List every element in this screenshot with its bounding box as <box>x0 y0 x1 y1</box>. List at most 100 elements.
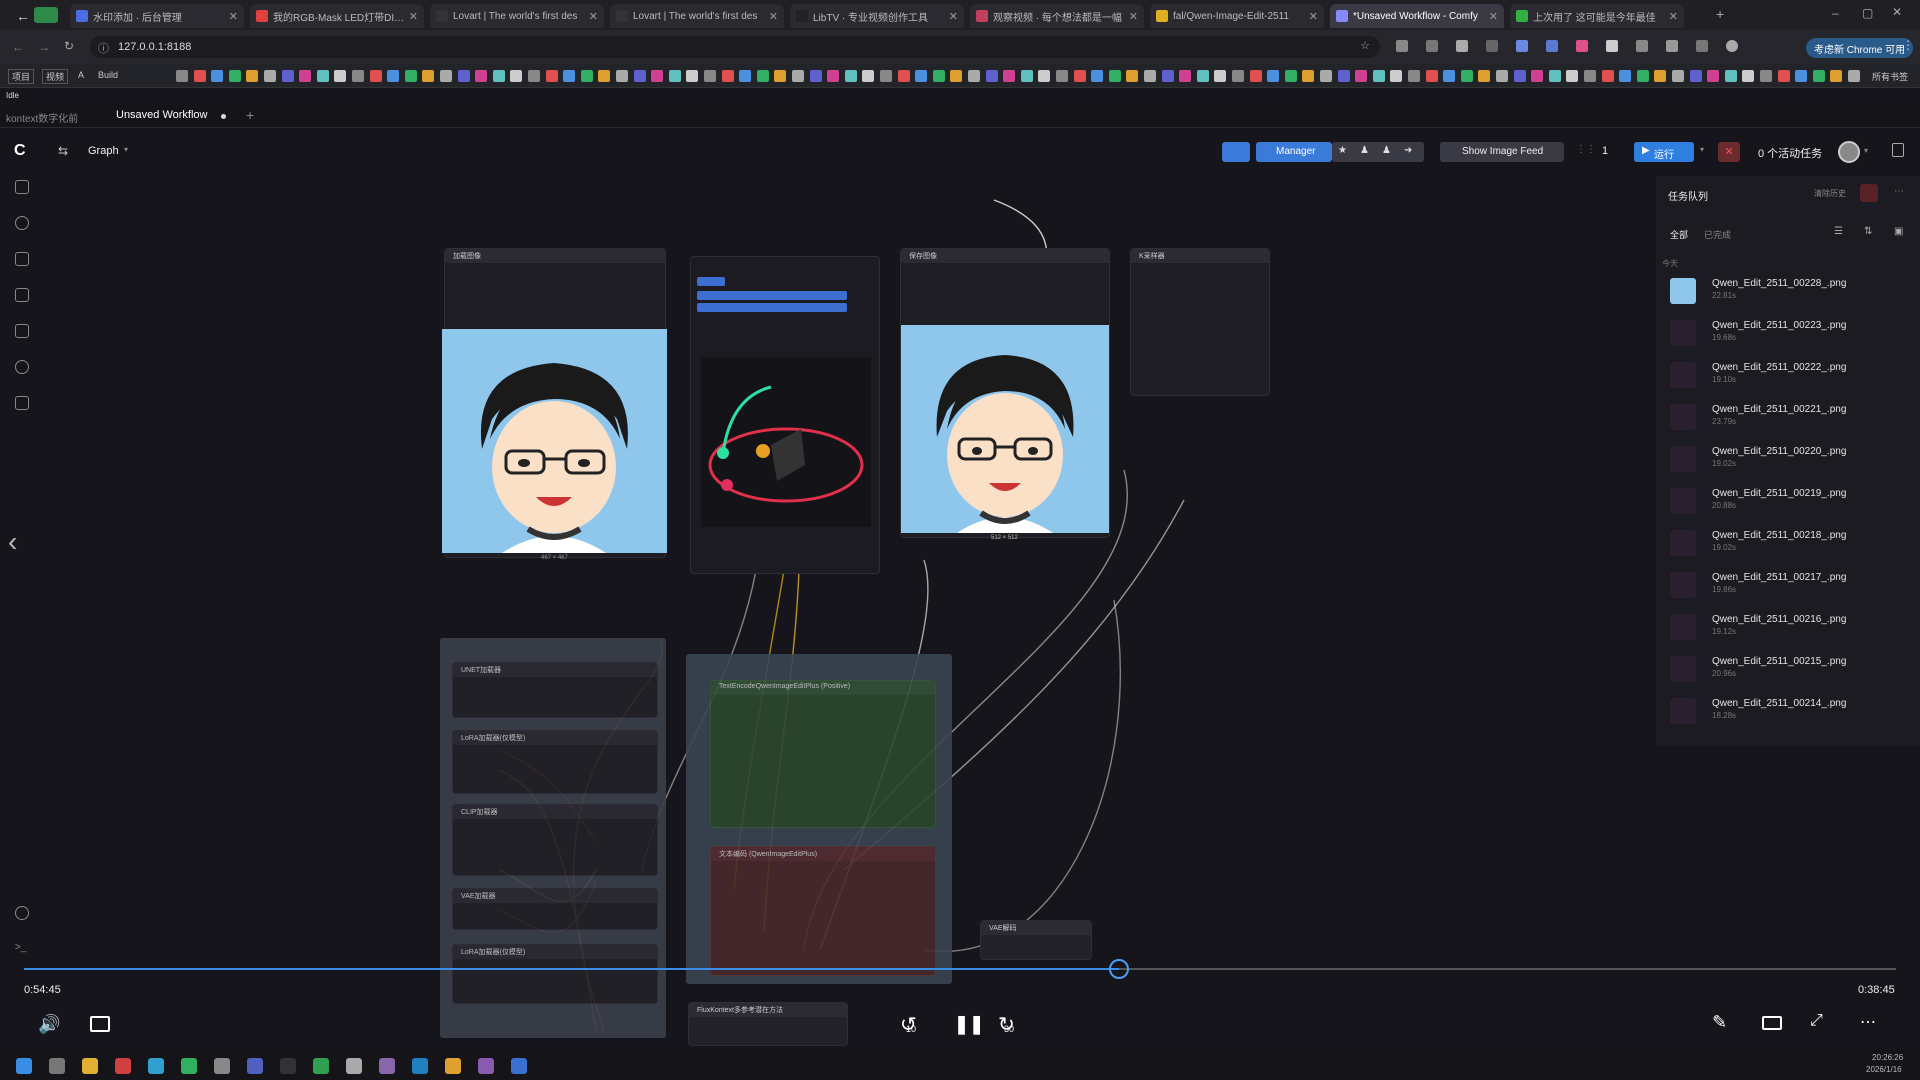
taskbar-app-icon[interactable] <box>247 1058 263 1074</box>
taskbar-app-icon[interactable] <box>115 1058 131 1074</box>
bookmark-favicon-icon[interactable] <box>774 70 787 82</box>
workflow-tab-unsaved[interactable]: Unsaved Workflow <box>116 109 208 121</box>
user-icon[interactable]: ♟ <box>1360 145 1369 156</box>
bookmark-favicon-icon[interactable] <box>457 70 470 82</box>
close-tab-icon[interactable]: ✕ <box>229 10 238 23</box>
bookmark-favicon-icon[interactable] <box>1249 70 1262 82</box>
close-tab-icon[interactable]: ✕ <box>1489 10 1498 23</box>
bookmark-favicon-icon[interactable] <box>528 70 540 82</box>
bookmark-favicon-icon[interactable] <box>264 70 276 82</box>
vae-decode-node[interactable]: VAE解码 <box>980 920 1092 960</box>
terminal-icon[interactable]: >_ <box>15 942 26 953</box>
bookmark-favicon-icon[interactable] <box>352 70 364 82</box>
bookmark-favicon-icon[interactable] <box>176 70 188 82</box>
bookmark-favicon-icon[interactable] <box>369 70 382 82</box>
lora-loader-node[interactable]: LoRA加载器(仅模型) <box>452 730 658 794</box>
extension-icon[interactable] <box>1636 40 1648 52</box>
taskbar-app-icon[interactable] <box>346 1058 362 1074</box>
bookmark-favicon-icon[interactable] <box>1232 70 1244 82</box>
browser-tab[interactable]: Lovart | The world's first des ✕ <box>430 4 604 28</box>
bookmark-favicon-icon[interactable] <box>1337 70 1350 82</box>
run-options-chevron-icon[interactable]: ▾ <box>1700 145 1704 154</box>
bookmark-favicon-icon[interactable] <box>668 70 681 82</box>
previous-chevron-icon[interactable]: ‹ <box>8 526 17 558</box>
bookmark-favicon-icon[interactable] <box>1038 70 1051 82</box>
flux-kontext-node[interactable]: FluxKontext多参考潜在方法 <box>688 1002 848 1046</box>
extension-icon[interactable] <box>1456 40 1468 52</box>
queue-item[interactable]: Qwen_Edit_2511_00219_.png 20.88s <box>1670 484 1910 522</box>
bookmark-favicon-icon[interactable] <box>1742 70 1755 82</box>
bookmark-favicon-icon[interactable] <box>1496 70 1508 82</box>
workflows-icon[interactable] <box>15 288 29 302</box>
taskbar-app-icon[interactable] <box>148 1058 164 1074</box>
taskbar-app-icon[interactable] <box>445 1058 461 1074</box>
avatar-chevron-icon[interactable]: ▾ <box>1864 146 1868 155</box>
queue-item[interactable]: Qwen_Edit_2511_00221_.png 23.79s <box>1670 400 1910 438</box>
drag-handle-icon[interactable]: ⋮⋮ <box>1576 144 1596 155</box>
filter-done-tab[interactable]: 已完成 <box>1704 228 1731 241</box>
browser-tab[interactable]: 我的RGB-Mask LED灯带DIY 6 ✕ <box>250 4 424 28</box>
bookmark-favicon-icon[interactable] <box>1478 70 1491 82</box>
bookmark-favicon-icon[interactable] <box>193 70 206 82</box>
bookmark-favicon-icon[interactable] <box>1584 70 1596 82</box>
close-tab-icon[interactable]: ✕ <box>949 10 958 23</box>
taskbar-app-icon[interactable] <box>412 1058 428 1074</box>
users-icon[interactable]: ♟ <box>1382 145 1391 156</box>
unet-loader-node[interactable]: UNET加载器 <box>452 662 658 718</box>
bookmark-favicon-icon[interactable] <box>1460 70 1473 82</box>
text-encode-positive-node[interactable]: TextEncodeQwenImageEditPlus (Positive) <box>710 680 936 828</box>
bookmark-favicon-icon[interactable] <box>316 70 329 82</box>
bookmark-favicon-icon[interactable] <box>915 70 928 82</box>
bookmark-favicon-icon[interactable] <box>616 70 628 82</box>
browser-tab[interactable]: 上次用了 这可能是今年最佳 ✕ <box>1510 4 1684 28</box>
orbit-preview[interactable] <box>701 357 871 527</box>
bookmark-favicon-icon[interactable] <box>1443 70 1456 82</box>
bookmark-favicon-icon[interactable] <box>1654 70 1667 82</box>
camera-angle-node[interactable] <box>690 256 880 574</box>
bookmark-favicon-icon[interactable] <box>1531 70 1544 82</box>
bookmark-star-icon[interactable]: ☆ <box>1360 39 1370 52</box>
bookmark-favicon-icon[interactable] <box>1672 70 1684 82</box>
assets-icon[interactable] <box>15 360 29 374</box>
taskbar-app-icon[interactable] <box>379 1058 395 1074</box>
taskbar-app-icon[interactable] <box>16 1058 32 1074</box>
vae-loader-node[interactable]: VAE加载器 <box>452 888 658 930</box>
extension-icon[interactable] <box>1486 40 1498 52</box>
queue-item[interactable]: Qwen_Edit_2511_00228_.png 22.81s <box>1670 274 1910 312</box>
bookmark-favicon-icon[interactable] <box>1179 70 1192 82</box>
star-icon[interactable]: ★ <box>1338 145 1347 156</box>
output-portrait-image[interactable] <box>901 325 1109 533</box>
close-tab-icon[interactable]: ✕ <box>409 10 418 23</box>
input-portrait-image[interactable] <box>442 329 667 553</box>
bookmark-favicon-icon[interactable] <box>246 70 259 82</box>
taskbar-app-icon[interactable] <box>82 1058 98 1074</box>
queue-item[interactable]: Qwen_Edit_2511_00214_.png 18.28s <box>1670 694 1910 732</box>
bookmark-favicon-icon[interactable] <box>739 70 752 82</box>
bookmark-a[interactable]: A <box>78 70 84 80</box>
bookmark-favicon-icon[interactable] <box>651 70 664 82</box>
bookmark-favicon-icon[interactable] <box>1601 70 1614 82</box>
bookmark-favicon-icon[interactable] <box>598 70 611 82</box>
slider-bar-2[interactable] <box>697 303 847 312</box>
close-tab-icon[interactable]: ✕ <box>589 10 598 23</box>
back-icon[interactable]: ← <box>12 40 24 54</box>
bookmark-favicon-icon[interactable] <box>1144 70 1156 82</box>
bookmark-favicon-icon[interactable] <box>844 70 857 82</box>
extension-icon[interactable] <box>1726 40 1738 52</box>
video-timeline[interactable] <box>24 968 1896 970</box>
clip-loader-node[interactable]: CLIP加载器 <box>452 804 658 876</box>
filter-icon[interactable]: ☰ <box>1834 226 1843 237</box>
text-encode-negative-node[interactable]: 文本编码 (QwenImageEditPlus) <box>710 846 936 976</box>
translate-button[interactable] <box>1222 142 1250 162</box>
taskbar-app-icon[interactable] <box>49 1058 65 1074</box>
graph-switch-icon[interactable]: ⇆ <box>58 144 68 158</box>
queue-item[interactable]: Qwen_Edit_2511_00222_.png 19.10s <box>1670 358 1910 396</box>
bookmark-favicon-icon[interactable] <box>1425 70 1438 82</box>
pen-icon[interactable]: ✎ <box>1712 1012 1727 1033</box>
bookmark-favicon-icon[interactable] <box>1214 70 1227 82</box>
browser-tab[interactable]: *Unsaved Workflow - Comfy ✕ <box>1330 4 1504 28</box>
bookmark-favicon-icon[interactable] <box>1566 70 1579 82</box>
queue-item[interactable]: Qwen_Edit_2511_00216_.png 19.12s <box>1670 610 1910 648</box>
manager-button[interactable]: Manager <box>1256 142 1332 162</box>
bookmark-favicon-icon[interactable] <box>334 70 347 82</box>
